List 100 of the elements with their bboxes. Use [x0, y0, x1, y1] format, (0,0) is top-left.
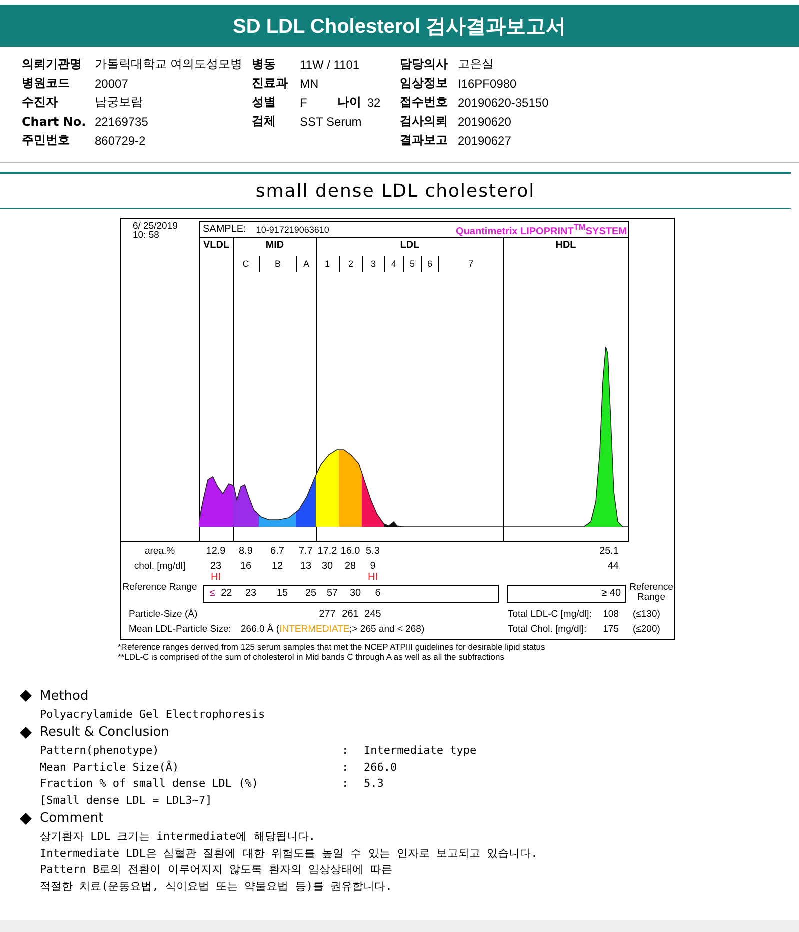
section-heading: Comment: [40, 811, 104, 826]
subband-label: 3: [370, 259, 376, 269]
table-cell: 15: [276, 588, 288, 599]
separator: :: [342, 744, 350, 758]
section-heading: Result & Conclusion: [40, 725, 170, 740]
field-value: 32: [367, 96, 381, 110]
field-label: 접수번호: [400, 94, 449, 111]
diamond-bullet-icon: [20, 812, 32, 824]
body-text: Pattern B로의 전환이 이루어지지 않도록 환자의 임상상태에 따른: [40, 862, 392, 878]
mean-size-value: 266.0 Å (INTERMEDIATE;> 265 and < 268): [240, 622, 426, 637]
separator: :: [342, 777, 350, 790]
field-label: 결과보고: [400, 132, 449, 149]
field-value: F: [300, 96, 308, 110]
report-time: 10: 58: [133, 231, 160, 240]
subband-label: 5: [410, 259, 415, 269]
table-cell-text: 17.2: [316, 545, 338, 557]
total-value: 108: [603, 609, 619, 620]
field-value: 20007: [95, 76, 128, 90]
table-cell: 23: [210, 561, 222, 572]
field-label: Chart No.: [22, 114, 88, 128]
row-label: Reference Range: [629, 583, 674, 605]
table-cell-text: 7.7: [298, 545, 314, 557]
band-label: HDL: [556, 240, 576, 251]
system-name: Quantimetrix LIPOPRINT$^{TM}$SYSTEM: [456, 222, 628, 238]
diamond-bullet-icon: [20, 690, 32, 702]
body-text: Intermediate LDL은 심혈관 질환에 대한 위험도를 높일 수 있는 인자로 보고되고 있습니다.: [40, 846, 538, 861]
row-label: Particle-Size (Å): [128, 608, 199, 620]
high-label: HI: [368, 572, 378, 583]
subband-label: C: [242, 259, 250, 269]
table-cell: 25: [305, 588, 317, 599]
report-title: SD LDL Cholesterol 검사결과보고서: [233, 14, 566, 40]
table-cell-text: 261: [341, 608, 360, 620]
row-label: chol. [mg/dl]: [133, 560, 187, 574]
field-value: I16PF0980: [458, 76, 517, 90]
total-label: Total LDL-C [mg/dl]:: [508, 609, 592, 620]
table-cell-text: 5.3: [365, 545, 381, 557]
field-value: 가톨릭대학교 여의도성모병: [95, 56, 242, 73]
result-label: Fraction % of small dense LDL (%): [40, 777, 260, 790]
subband-label: B: [274, 259, 281, 269]
table-cell: 13: [300, 561, 312, 572]
field-value: 20190627: [458, 134, 512, 148]
result-label: Pattern(phenotype): [40, 744, 160, 758]
footnote: **LDL-C is comprised of the sum of cholesterol in Mid bands C through A as well as all the subfractions: [118, 652, 506, 662]
limit-value: (≤130): [632, 608, 662, 620]
field-value: 남궁보람: [95, 94, 143, 111]
subband-label: 2: [348, 259, 354, 269]
body-text: 상기환자 LDL 크기는 intermediate에 해당됩니다.: [40, 829, 316, 844]
result-label: Mean Particle Size(Å): [40, 760, 180, 774]
less-equal-sign: ≤: [210, 588, 216, 599]
table-cell: 30: [322, 561, 334, 572]
table-cell-text: 12.9: [205, 545, 227, 557]
result-value: 5.3: [364, 777, 384, 790]
section-heading: Method: [40, 688, 89, 704]
row-label: Mean LDL-Particle Size:: [128, 623, 232, 637]
body-text: 적절한 치료(운동요법, 식이요법 또는 약물요법 등)를 권유합니다.: [40, 878, 392, 894]
limit-value: (≤200): [632, 623, 662, 637]
subband-label: 7: [468, 259, 474, 269]
result-value: 266.0: [364, 760, 398, 774]
field-value: 860729-2: [95, 134, 146, 148]
field-label: 주민번호: [22, 132, 71, 149]
field-value: 22169735: [95, 114, 148, 128]
field-value: 20190620: [458, 114, 512, 128]
diamond-bullet-icon: [20, 726, 32, 738]
table-cell-text: 16.0: [340, 545, 362, 557]
hdl-reference-value: ≥ 40: [507, 585, 626, 603]
table-cell-text: 245: [364, 608, 382, 620]
table-cell: 12: [272, 561, 284, 572]
table-cell-text: 277: [318, 608, 337, 620]
separator: :: [342, 760, 350, 774]
sample-id: 10-917219063610: [256, 224, 330, 234]
band-label: LDL: [400, 240, 420, 251]
field-label: 담당의사: [400, 56, 449, 73]
high-label: HI: [211, 572, 221, 583]
field-value: 20190620-35150: [458, 96, 549, 110]
table-cell-text: 6.7: [270, 545, 286, 557]
field-label: 임상정보: [400, 75, 449, 92]
subband-label: 6: [427, 259, 432, 269]
table-cell: 22: [221, 588, 232, 599]
field-label: 병원코드: [22, 75, 71, 92]
field-label: 진료과: [252, 75, 289, 92]
row-label: area.%: [144, 545, 176, 557]
band-label: MID: [266, 240, 284, 251]
field-label: 검체: [252, 113, 277, 130]
field-label: 수진자: [22, 94, 59, 111]
table-cell: 30: [350, 588, 362, 599]
field-value: MN: [300, 76, 319, 90]
field-label: 의뢰기관명: [22, 56, 83, 73]
field-value: 고은실: [458, 56, 494, 73]
table-cell: 9: [370, 561, 376, 572]
subband-label: A: [303, 259, 310, 269]
field-label: 검사의뢰: [400, 113, 449, 130]
table-cell-text: 25.1: [598, 545, 620, 557]
table-cell-text: 8.9: [238, 545, 254, 557]
field-label: 성별: [252, 94, 277, 111]
table-cell: 23: [245, 588, 257, 599]
field-value: SST Serum: [300, 114, 362, 128]
field-label: 병동: [252, 56, 277, 73]
total-label: Total Chol. [mg/dl]:: [508, 624, 587, 635]
body-text: [Small dense LDL = LDL3~7]: [40, 794, 212, 807]
table-cell: 57: [326, 588, 338, 599]
